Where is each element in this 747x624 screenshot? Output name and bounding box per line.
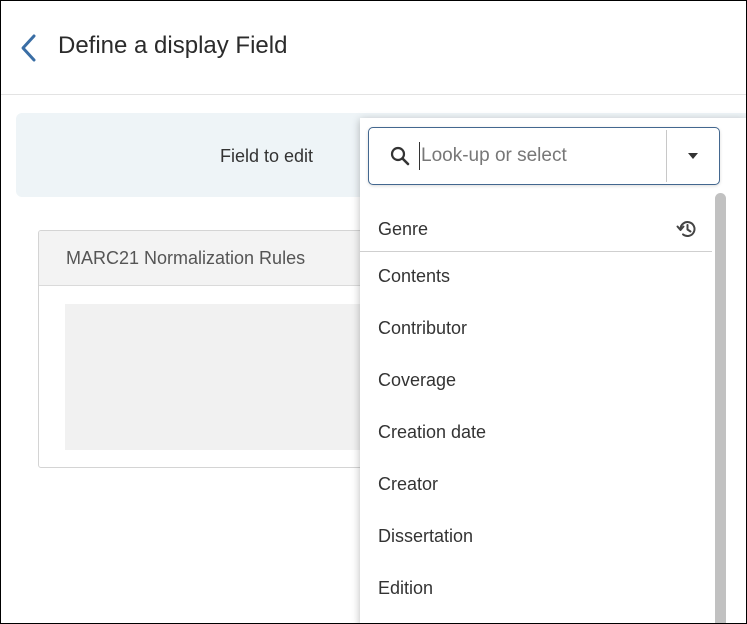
list-item[interactable]: Creation date [360, 407, 712, 459]
rules-panel-header: MARC21 Normalization Rules [39, 231, 379, 286]
field-combobox[interactable] [368, 127, 720, 185]
rules-panel-body [65, 304, 379, 450]
list-item-label: Coverage [378, 370, 457, 390]
field-search-input[interactable] [419, 142, 661, 170]
dropdown-toggle-button[interactable] [667, 128, 719, 183]
list-item[interactable]: Edition [360, 563, 712, 615]
back-button[interactable] [17, 30, 43, 66]
app-window: Define a display Field Field to edit MAR… [0, 0, 747, 624]
list-item-label: Creator [378, 474, 439, 494]
list-item[interactable]: Coverage [360, 355, 712, 407]
page-header: Define a display Field [1, 1, 746, 95]
search-icon [390, 146, 410, 166]
recent-option-genre[interactable]: Genre [360, 193, 712, 252]
field-select-dropdown: Genre Contents Contributor Coverage Crea… [360, 118, 746, 623]
page-title: Define a display Field [58, 32, 288, 59]
list-item-label: Edition [378, 578, 434, 598]
list-item-label: Contributor [378, 318, 468, 338]
list-item-label: Creation date [378, 422, 487, 442]
list-item[interactable]: Dissertation [360, 511, 712, 563]
list-item-label: Genre [378, 219, 429, 239]
chevron-left-icon [21, 34, 36, 62]
rules-panel: MARC21 Normalization Rules [38, 230, 380, 468]
list-item-label: Contents [378, 266, 451, 286]
list-item[interactable]: Contents [360, 251, 712, 303]
rules-panel-title: MARC21 Normalization Rules [66, 248, 306, 268]
list-item-label: Dissertation [378, 526, 474, 546]
list-item[interactable]: Contributor [360, 303, 712, 355]
history-icon [676, 221, 696, 238]
dropdown-scrollbar[interactable] [712, 193, 730, 623]
field-to-edit-label: Field to edit [220, 146, 314, 166]
list-item[interactable]: Creator [360, 459, 712, 511]
scrollbar-thumb[interactable] [715, 193, 726, 623]
